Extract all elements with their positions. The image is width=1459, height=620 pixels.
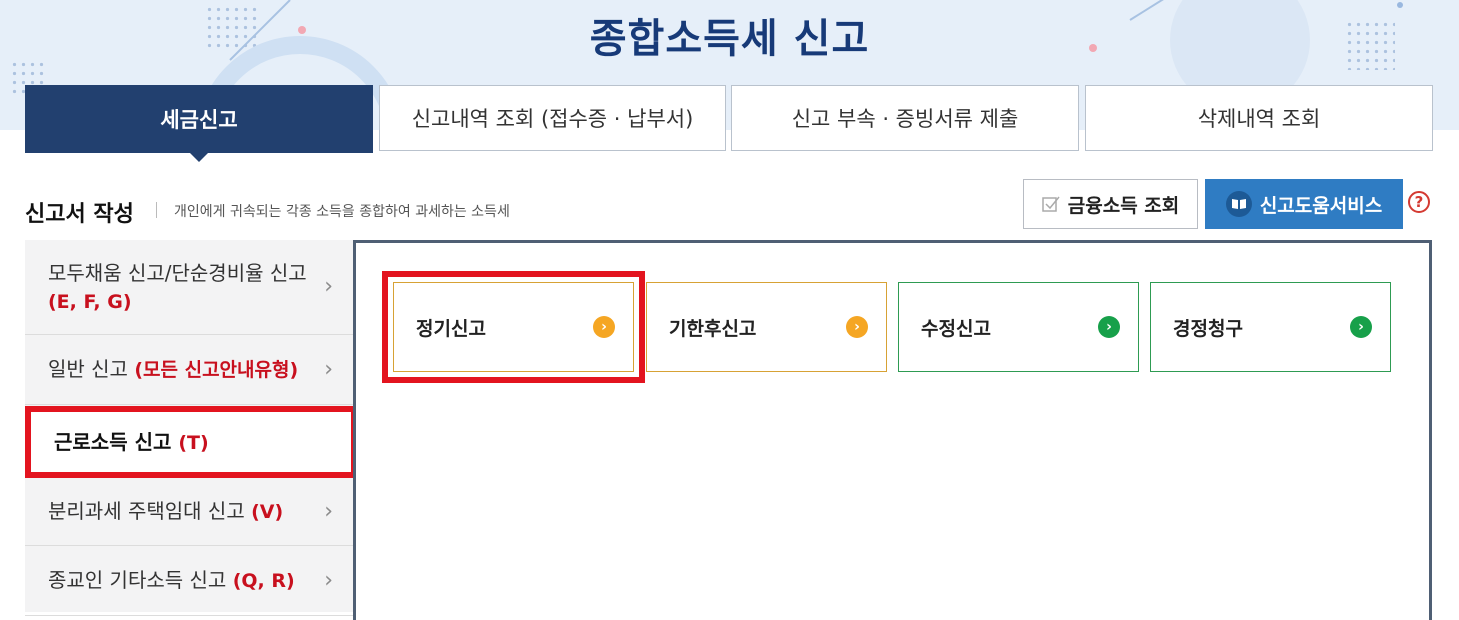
arrow-right-icon: › bbox=[846, 316, 868, 338]
section-title: 신고서 작성 bbox=[25, 202, 134, 227]
menu-item-general-filing[interactable]: 일반 신고 (모든 신고안내유형) › bbox=[25, 335, 355, 405]
section-description: 개인에게 귀속되는 각종 소득을 종합하여 과세하는 소득세 bbox=[174, 204, 510, 220]
menu-item-text: 근로소득 신고 (T) bbox=[54, 428, 209, 457]
menu-item-label: 분리과세 주택임대 신고 bbox=[48, 499, 245, 523]
menu-item-text: 일반 신고 (모든 신고안내유형) bbox=[48, 355, 298, 384]
financial-income-lookup-button[interactable]: 금융소득 조회 bbox=[1023, 179, 1198, 229]
menu-item-code: (V) bbox=[251, 501, 284, 523]
regular-filing-card[interactable]: 정기신고 › bbox=[382, 271, 645, 383]
menu-item-earned-income[interactable]: 근로소득 신고 (T) bbox=[25, 406, 357, 478]
help-icon[interactable]: ? bbox=[1408, 191, 1430, 213]
correction-claim-card[interactable]: 경정청구 › bbox=[1150, 282, 1391, 372]
late-filing-card[interactable]: 기한후신고 › bbox=[646, 282, 887, 372]
arrow-right-icon: › bbox=[1350, 316, 1372, 338]
page-title: 종합소득세 신고 bbox=[589, 16, 870, 62]
menu-item-label: 종교인 기타소득 신고 bbox=[48, 568, 227, 592]
button-label: 신고도움서비스 bbox=[1259, 194, 1383, 217]
button-label: 금융소득 조회 bbox=[1067, 194, 1180, 217]
card-label: 기한후신고 bbox=[669, 317, 757, 340]
tab-deleted-history[interactable]: 삭제내역 조회 bbox=[1085, 85, 1433, 151]
divider bbox=[156, 202, 157, 218]
tab-label: 신고 부속 · 증빙서류 제출 bbox=[791, 107, 1019, 131]
menu-item-label: 모두채움 신고/단순경비율 신고 bbox=[48, 260, 307, 285]
menu-item-text: 모두채움 신고/단순경비율 신고 (E, F, G) bbox=[48, 259, 315, 316]
main-tabs: 세금신고 신고내역 조회 (접수증 · 납부서) 신고 부속 · 증빙서류 제출… bbox=[25, 85, 1433, 162]
tab-label: 삭제내역 조회 bbox=[1197, 107, 1321, 131]
tab-document-submission[interactable]: 신고 부속 · 증빙서류 제출 bbox=[731, 85, 1079, 151]
menu-item-code: (E, F, G) bbox=[48, 290, 132, 313]
arrow-right-icon: › bbox=[593, 316, 615, 338]
active-tab-caret bbox=[189, 152, 209, 162]
menu-item-code: (T) bbox=[178, 431, 209, 454]
filing-help-service-button[interactable]: 신고도움서비스 bbox=[1205, 179, 1403, 229]
menu-item-code: (Q, R) bbox=[232, 570, 295, 592]
tab-tax-filing[interactable]: 세금신고 bbox=[25, 85, 373, 162]
tab-label: 신고내역 조회 (접수증 · 납부서) bbox=[411, 107, 694, 131]
arrow-right-icon: › bbox=[1098, 316, 1120, 338]
menu-item-code: (모든 신고안내유형) bbox=[134, 359, 299, 381]
chevron-right-icon: › bbox=[324, 567, 333, 593]
chevron-right-icon: › bbox=[324, 356, 333, 382]
amended-filing-card[interactable]: 수정신고 › bbox=[898, 282, 1139, 372]
card-label: 정기신고 bbox=[416, 317, 486, 340]
menu-item-text: 종교인 기타소득 신고 (Q, R) bbox=[48, 566, 295, 595]
menu-item-religious-other-income[interactable]: 종교인 기타소득 신고 (Q, R) › bbox=[25, 546, 355, 616]
menu-item-separate-housing-rental[interactable]: 분리과세 주택임대 신고 (V) › bbox=[25, 478, 355, 546]
checkbox-icon bbox=[1042, 196, 1060, 212]
menu-item-label: 근로소득 신고 bbox=[54, 429, 172, 454]
menu-item-label: 일반 신고 bbox=[48, 357, 128, 381]
chevron-right-icon: › bbox=[324, 274, 333, 299]
tab-label: 세금신고 bbox=[160, 108, 238, 132]
filing-type-menu: 모두채움 신고/단순경비율 신고 (E, F, G) › 일반 신고 (모든 신… bbox=[25, 240, 357, 616]
card-label: 수정신고 bbox=[921, 317, 991, 340]
menu-item-text: 분리과세 주택임대 신고 (V) bbox=[48, 497, 283, 526]
chevron-right-icon: › bbox=[324, 498, 333, 524]
card-label: 경정청구 bbox=[1173, 317, 1243, 340]
book-icon bbox=[1225, 191, 1252, 217]
tab-filing-history[interactable]: 신고내역 조회 (접수증 · 납부서) bbox=[379, 85, 726, 151]
menu-item-prefilled-simple-expense[interactable]: 모두채움 신고/단순경비율 신고 (E, F, G) › bbox=[25, 240, 355, 335]
